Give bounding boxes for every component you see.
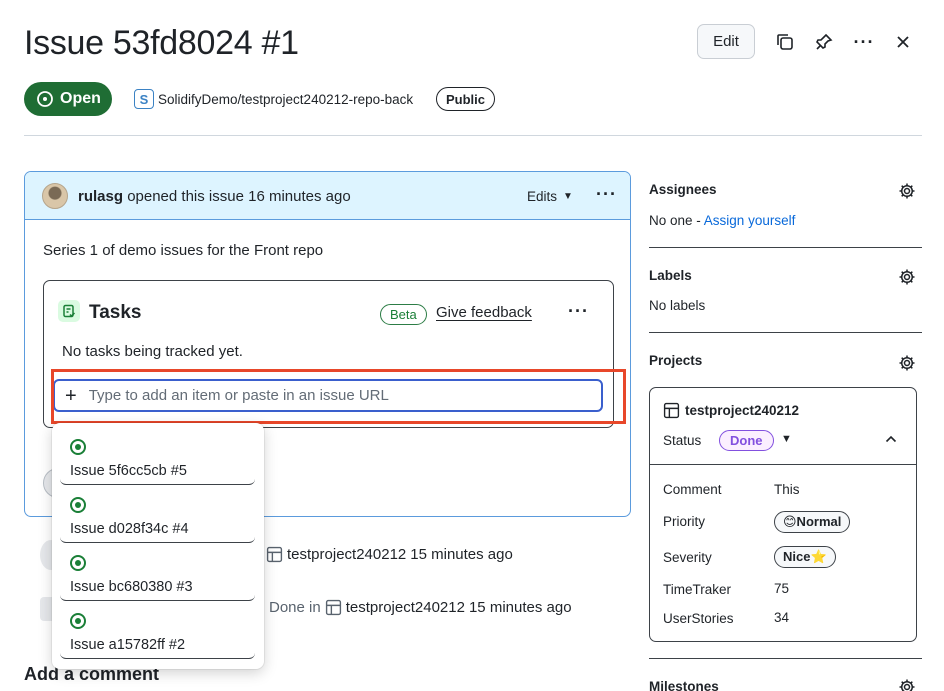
author-link[interactable]: rulasg [78,188,123,205]
suggestion-item[interactable]: Issue d028f34c #4 [60,485,255,543]
chevron-up-icon[interactable] [884,432,898,449]
milestones-heading: Milestones [649,679,719,691]
projects-gear-icon[interactable] [897,353,917,373]
pin-icon[interactable] [811,29,837,55]
repo-name[interactable]: SolidifyDemo/testproject240212-repo-back [158,92,413,107]
project-card-divider [650,464,916,465]
status-caret-down-icon[interactable]: ▼ [781,433,792,445]
project-table-icon [325,599,341,616]
field-label-timetraker: TimeTraker [663,582,732,597]
suggestion-label: Issue d028f34c #4 [70,521,189,537]
issue-open-icon [70,439,86,455]
timeline-time: 15 minutes ago [468,599,572,616]
labels-heading: Labels [649,268,692,283]
repo-link[interactable]: S SolidifyDemo/testproject240212-repo-ba… [134,89,413,109]
project-table-icon [266,546,283,563]
edit-button[interactable]: Edit [697,24,755,59]
field-value-severity[interactable]: Nice⭐ [774,546,836,568]
field-label-priority: Priority [663,514,706,529]
issue-open-icon [37,91,53,107]
comment-meta: rulasg opened this issue 16 minutes ago [78,188,351,205]
status-value-badge[interactable]: Done [719,430,774,451]
close-icon[interactable] [890,29,916,55]
status-label: Status [663,433,702,448]
timeline-done-prefix: Done in [269,599,321,616]
no-tasks-text: No tasks being tracked yet. [62,343,243,360]
issue-state-label: Open [60,90,101,107]
project-name-link[interactable]: testproject240212 [663,402,799,419]
sidebar-divider [649,247,922,248]
project-card: testproject240212 Status Done ▼ Comment … [649,387,917,642]
milestones-gear-icon[interactable] [897,677,917,691]
timeline-project-link[interactable]: testproject240212 [287,546,406,563]
avatar[interactable] [42,183,68,209]
comment-header: rulasg opened this issue 16 minutes ago … [25,172,630,220]
field-label-comment: Comment [663,482,722,497]
issue-title: Issue 53fd8024 #1 [24,24,299,62]
copy-icon[interactable] [772,29,798,55]
issue-suggestions-dropdown: Issue 5f6cc5cb #5 Issue d028f34c #4 Issu… [52,423,264,669]
suggestion-label: Issue 5f6cc5cb #5 [70,463,187,479]
suggestion-item[interactable]: Issue a15782ff #2 [60,601,255,659]
header-divider [24,135,922,136]
visibility-badge: Public [436,87,496,111]
suggestion-item[interactable]: Issue bc680380 #3 [60,543,255,601]
caret-down-icon: ▼ [563,191,573,202]
sidebar-divider [649,658,922,659]
issue-open-icon [70,555,86,571]
project-name: testproject240212 [685,403,800,418]
edits-dropdown[interactable]: Edits ▼ [527,189,573,204]
timeline-event-status: Done in testproject240212 15 minutes ago [269,599,572,616]
assign-yourself-link[interactable]: Assign yourself [704,213,796,228]
field-label-userstories: UserStories [663,611,734,626]
issue-state-badge: Open [24,82,112,116]
timeline-event-added: testproject240212 15 minutes ago [266,546,513,563]
comment-action: opened this issue 16 minutes ago [127,188,351,205]
more-options-icon[interactable]: ··· [851,29,877,55]
comment-more-icon[interactable]: ··· [596,184,617,205]
tasks-more-icon[interactable]: ··· [568,301,589,322]
assignees-value: No one - Assign yourself [649,213,795,228]
suggestion-item[interactable]: Issue 5f6cc5cb #5 [60,427,255,485]
suggestion-label: Issue bc680380 #3 [70,579,193,595]
field-label-severity: Severity [663,550,712,565]
suggestion-label: Issue a15782ff #2 [70,637,186,653]
annotation-highlight-box [51,369,626,424]
timeline-time: 15 minutes ago [410,546,513,563]
labels-gear-icon[interactable] [897,267,917,287]
projects-heading: Projects [649,353,703,368]
comment-body-text: Series 1 of demo issues for the Front re… [43,242,324,259]
beta-badge: Beta [380,304,427,325]
field-value-comment[interactable]: This [774,482,800,497]
labels-value: No labels [649,298,706,313]
tasklist-icon [58,300,80,322]
field-value-timetraker[interactable]: 75 [774,581,789,596]
field-value-priority[interactable]: 😊Normal [774,511,851,533]
repo-logo-icon: S [134,89,154,109]
sidebar-divider [649,332,922,333]
issue-open-icon [70,613,86,629]
issue-open-icon [70,497,86,513]
edits-label: Edits [527,189,558,204]
project-table-icon [663,402,680,419]
timeline-project-link[interactable]: testproject240212 [346,599,465,616]
give-feedback-link[interactable]: Give feedback [436,304,532,321]
tasks-title: Tasks [89,302,142,323]
assignees-none: No one - [649,213,701,228]
assignees-gear-icon[interactable] [897,181,917,201]
field-value-userstories[interactable]: 34 [774,610,789,625]
assignees-heading: Assignees [649,182,717,197]
